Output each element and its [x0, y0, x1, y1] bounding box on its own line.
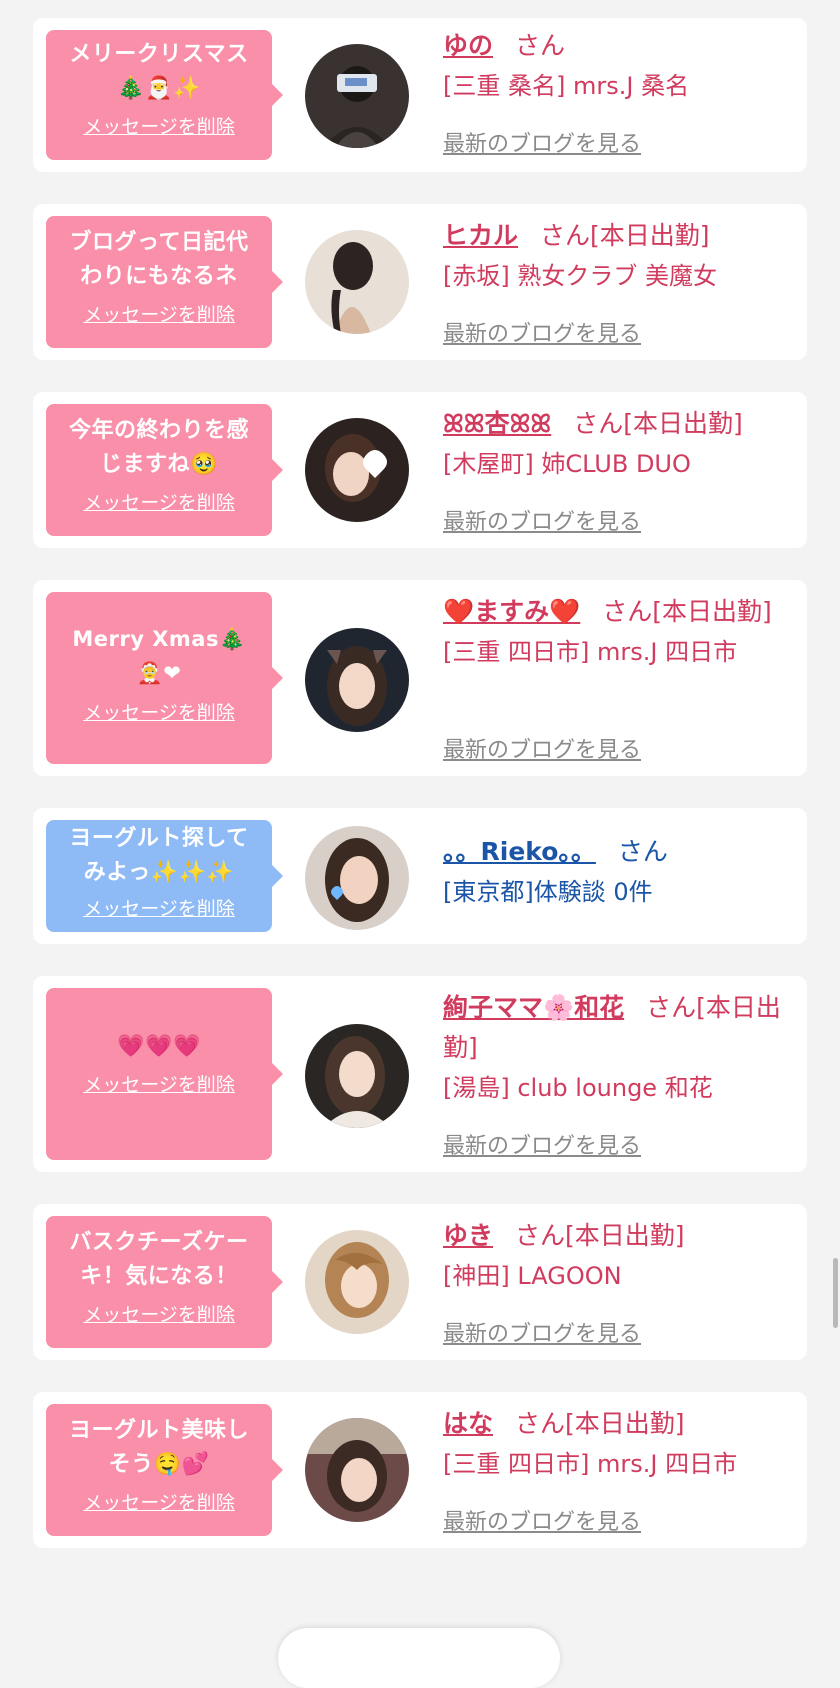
sender-name-link[interactable]: ❤️ますみ❤️: [443, 597, 580, 626]
status-badge: [本日出勤]: [565, 1409, 685, 1438]
sender-info: ❤️ますみ❤️ さん[本日出勤] [三重 四日市] mrs.J 四日市: [443, 592, 793, 672]
latest-blog-link[interactable]: 最新のブログを見る: [443, 1504, 641, 1536]
message-card: ヨーグルト美味し そう🤤💕 メッセージを削除 はな さん[本日出勤] [三重 四日…: [33, 1392, 807, 1548]
message-card: ブログって日記代 わりにもなるネ メッセージを削除 ヒカル さん[本日出勤] [赤…: [33, 204, 807, 360]
honorific: さん: [617, 837, 668, 866]
avatar[interactable]: [305, 826, 409, 930]
honorific: さん: [540, 221, 591, 250]
sender-name-link[interactable]: はな: [443, 1409, 493, 1438]
sender-info: ゆの さん [三重 桑名] mrs.J 桑名: [443, 26, 793, 106]
avatar[interactable]: [305, 628, 409, 732]
shop-name: [三重 四日市] mrs.J 四日市: [443, 638, 738, 666]
message-text: 💗💗💗: [117, 1034, 201, 1059]
shop-name: [三重 桑名] mrs.J 桑名: [443, 72, 690, 100]
message-text: ヨーグルト美味し そう🤤💕: [68, 1418, 249, 1477]
message-bubble: ヨーグルト探して みよっ✨✨✨ メッセージを削除: [46, 820, 283, 932]
message-bubble: ブログって日記代 わりにもなるネ メッセージを削除: [46, 216, 283, 348]
sender-info: はな さん[本日出勤] [三重 四日市] mrs.J 四日市: [443, 1404, 793, 1484]
delete-message-link[interactable]: メッセージを削除: [83, 698, 235, 725]
message-text: メリークリスマス 🎄🎅✨: [69, 42, 249, 101]
sender-info: 。。Rieko。。 さん [東京都]体験談 0件: [443, 832, 793, 912]
status-badge: [本日出勤]: [652, 597, 772, 626]
latest-blog-link[interactable]: 最新のブログを見る: [443, 126, 641, 158]
honorific: さん: [646, 993, 697, 1022]
sender-info: ꕤꕤ杏ꕤꕤ さん[本日出勤] [木屋町] 姉CLUB DUO: [443, 404, 793, 484]
sender-name-link[interactable]: ゆき: [443, 1221, 493, 1250]
message-bubble: ヨーグルト美味し そう🤤💕 メッセージを削除: [46, 1404, 283, 1536]
shop-name: [東京都]体験談 0件: [443, 878, 653, 906]
honorific: さん: [602, 597, 653, 626]
sender-name-link[interactable]: 。。Rieko。。: [443, 837, 596, 866]
avatar[interactable]: [305, 1418, 409, 1522]
status-badge: [本日出勤]: [623, 409, 743, 438]
message-bubble: バスクチーズケー キ！気になる！ メッセージを削除: [46, 1216, 283, 1348]
message-bubble: 💗💗💗 メッセージを削除: [46, 988, 283, 1160]
message-card: 💗💗💗 メッセージを削除 絢子ママ🌸和花 さん[本日出勤] [湯島] club l…: [33, 976, 807, 1172]
delete-message-link[interactable]: メッセージを削除: [83, 1070, 235, 1097]
latest-blog-link[interactable]: 最新のブログを見る: [443, 732, 641, 764]
sender-name-link[interactable]: ꕤꕤ杏ꕤꕤ: [443, 409, 551, 438]
delete-message-link[interactable]: メッセージを削除: [83, 1488, 235, 1515]
shop-name: [神田] LAGOON: [443, 1262, 622, 1290]
delete-message-link[interactable]: メッセージを削除: [83, 112, 235, 139]
message-text: バスクチーズケー キ！気になる！: [69, 1230, 249, 1289]
honorific: さん: [515, 1221, 566, 1250]
sender-name-link[interactable]: 絢子ママ🌸和花: [443, 993, 624, 1022]
honorific: さん: [515, 1409, 566, 1438]
message-bubble: 今年の終わりを感 じますね🥹 メッセージを削除: [46, 404, 283, 536]
message-text: ヨーグルト探して みよっ✨✨✨: [69, 826, 249, 885]
avatar[interactable]: [305, 44, 409, 148]
latest-blog-link[interactable]: 最新のブログを見る: [443, 316, 641, 348]
message-bubble: メリークリスマス 🎄🎅✨ メッセージを削除: [46, 30, 283, 160]
status-badge: [本日出勤]: [590, 221, 710, 250]
message-text: ブログって日記代 わりにもなるネ: [69, 230, 249, 289]
message-bubble: Merry Xmas🎄 🤶❤ メッセージを削除: [46, 592, 283, 764]
shop-name: [赤坂] 熟女クラブ 美魔女: [443, 262, 717, 290]
delete-message-link[interactable]: メッセージを削除: [83, 488, 235, 515]
sender-info: ゆき さん[本日出勤] [神田] LAGOON: [443, 1216, 793, 1296]
sender-info: 絢子ママ🌸和花 さん[本日出勤] [湯島] club lounge 和花: [443, 988, 793, 1108]
bottom-floating-bar[interactable]: [278, 1628, 560, 1688]
delete-message-link[interactable]: メッセージを削除: [83, 894, 235, 921]
message-card: ヨーグルト探して みよっ✨✨✨ メッセージを削除 。。Rieko。。 さん [東京…: [33, 808, 807, 944]
honorific: さん: [573, 409, 624, 438]
latest-blog-link[interactable]: 最新のブログを見る: [443, 504, 641, 536]
message-card: メリークリスマス 🎄🎅✨ メッセージを削除 ゆの さん [三重 桑名] mrs.J…: [33, 18, 807, 172]
latest-blog-link[interactable]: 最新のブログを見る: [443, 1316, 641, 1348]
sender-name-link[interactable]: ゆの: [443, 31, 493, 60]
message-card: 今年の終わりを感 じますね🥹 メッセージを削除 ꕤꕤ杏ꕤꕤ さん[本日出勤] [木…: [33, 392, 807, 548]
avatar[interactable]: [305, 230, 409, 334]
message-text: 今年の終わりを感 じますね🥹: [68, 418, 249, 477]
sender-info: ヒカル さん[本日出勤] [赤坂] 熟女クラブ 美魔女: [443, 216, 793, 296]
shop-name: [三重 四日市] mrs.J 四日市: [443, 1450, 738, 1478]
shop-name: [木屋町] 姉CLUB DUO: [443, 450, 691, 478]
avatar[interactable]: [305, 1024, 409, 1128]
scrollbar[interactable]: [833, 1258, 838, 1328]
delete-message-link[interactable]: メッセージを削除: [83, 300, 235, 327]
sender-name-link[interactable]: ヒカル: [443, 221, 518, 250]
avatar[interactable]: [305, 418, 409, 522]
status-badge: [本日出勤]: [565, 1221, 685, 1250]
avatar[interactable]: [305, 1230, 409, 1334]
message-card: バスクチーズケー キ！気になる！ メッセージを削除 ゆき さん[本日出勤] [神田…: [33, 1204, 807, 1360]
message-text: Merry Xmas🎄 🤶❤: [72, 627, 246, 685]
delete-message-link[interactable]: メッセージを削除: [83, 1300, 235, 1327]
honorific: さん: [515, 31, 566, 60]
message-card: Merry Xmas🎄 🤶❤ メッセージを削除 ❤️ますみ❤️ さん[本日出勤] …: [33, 580, 807, 776]
latest-blog-link[interactable]: 最新のブログを見る: [443, 1128, 641, 1160]
shop-name: [湯島] club lounge 和花: [443, 1074, 713, 1102]
